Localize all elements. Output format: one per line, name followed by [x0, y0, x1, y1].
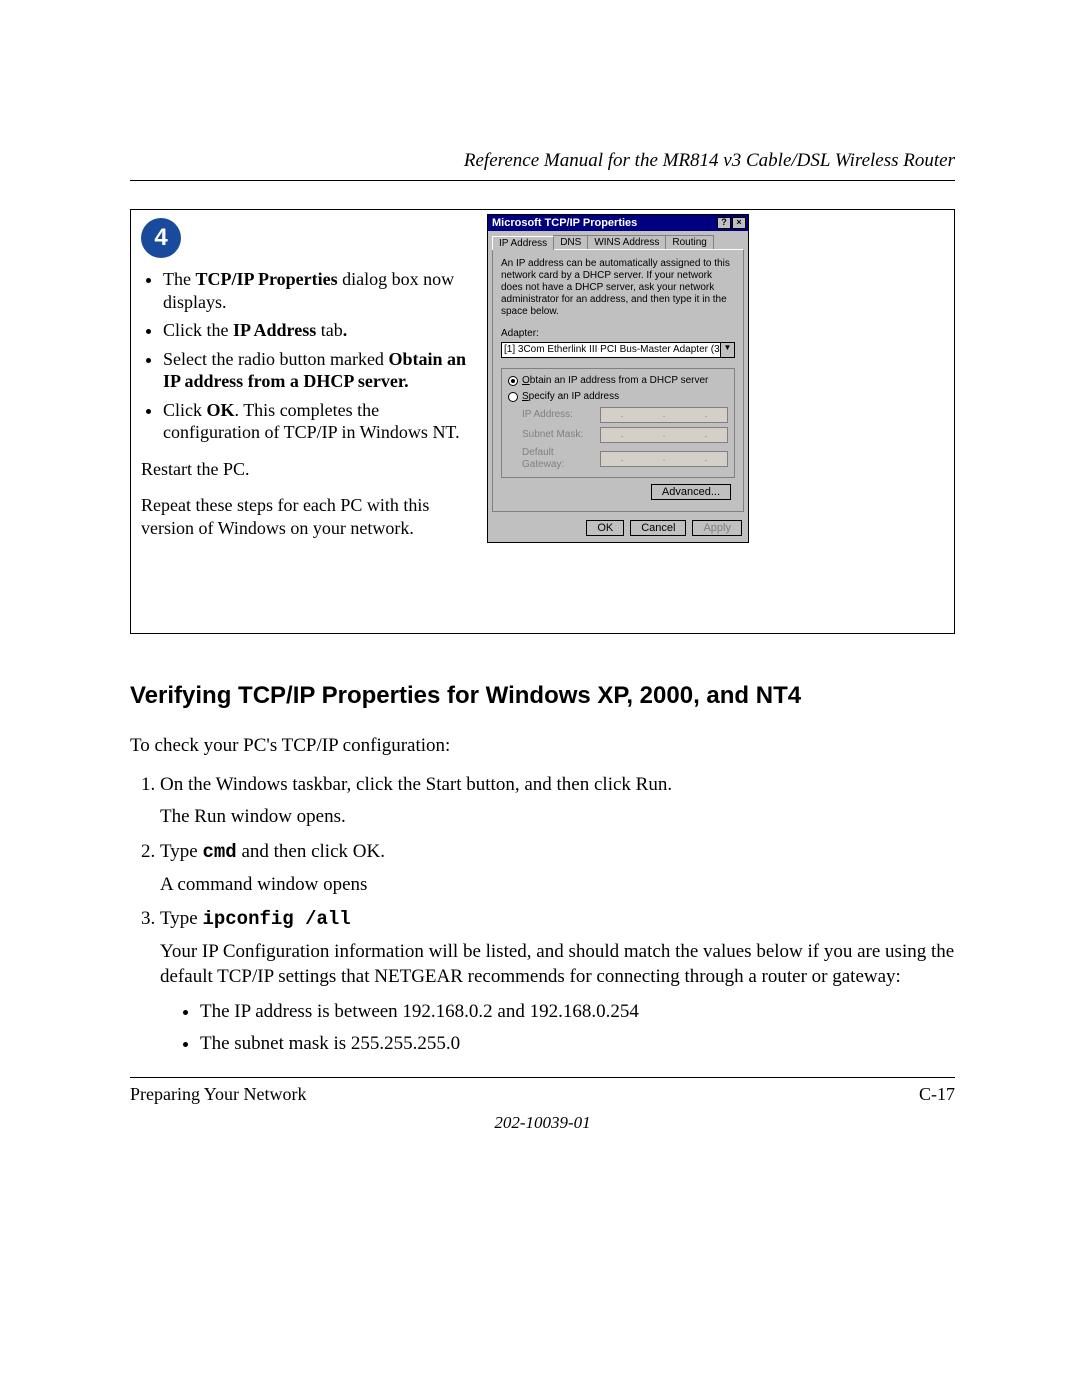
adapter-label: Adapter: — [501, 328, 735, 340]
tab-ip-address[interactable]: IP Address — [492, 236, 554, 250]
list-item: The IP address is between 192.168.0.2 an… — [200, 1000, 955, 1025]
instruction-paragraph: Repeat these steps for each PC with this… — [141, 494, 473, 539]
gateway-input: ... — [600, 451, 728, 467]
tab-wins[interactable]: WINS Address — [587, 235, 666, 249]
document-number: 202-10039-01 — [130, 1113, 955, 1133]
radio-icon — [508, 376, 518, 386]
default-gateway-field: Default Gateway: ... — [522, 447, 728, 471]
dialog-title: Microsoft TCP/IP Properties — [492, 217, 637, 229]
tab-pane: An IP address can be automatically assig… — [492, 249, 744, 512]
dialog-buttons: OK Cancel Apply — [488, 516, 748, 542]
mask-input: ... — [600, 427, 728, 443]
tab-dns[interactable]: DNS — [553, 235, 588, 249]
screenshot-column: Microsoft TCP/IP Properties ? × IP Addre… — [481, 210, 954, 633]
instruction-paragraph: Restart the PC. — [141, 458, 473, 481]
radio-specify-ip[interactable]: Specify an IP address — [508, 391, 728, 403]
intro-text: To check your PC's TCP/IP configuration: — [130, 734, 955, 759]
apply-button[interactable]: Apply — [692, 520, 742, 536]
dialog-tabs: IP Address DNS WINS Address Routing — [488, 231, 748, 249]
page-footer: Preparing Your Network C-17 — [130, 1084, 955, 1105]
ok-button[interactable]: OK — [586, 520, 624, 536]
help-icon[interactable]: ? — [717, 217, 731, 229]
advanced-button[interactable]: Advanced... — [651, 484, 731, 500]
section-heading: Verifying TCP/IP Properties for Windows … — [130, 682, 955, 710]
section-body: To check your PC's TCP/IP configuration:… — [130, 734, 955, 1057]
list-item: Type ipconfig /all Your IP Configuration… — [160, 907, 955, 1056]
list-item: The subnet mask is 255.255.255.0 — [200, 1032, 955, 1057]
cancel-button[interactable]: Cancel — [630, 520, 686, 536]
footer-page-number: C-17 — [919, 1084, 955, 1105]
tcpip-properties-dialog: Microsoft TCP/IP Properties ? × IP Addre… — [487, 214, 749, 543]
chevron-down-icon[interactable]: ▼ — [721, 342, 735, 358]
radio-icon — [508, 392, 518, 402]
subnet-mask-field: Subnet Mask: ... — [522, 427, 728, 443]
instruction-column: 4 The TCP/IP Properties dialog box now d… — [131, 210, 481, 633]
instruction-item: Click the IP Address tab. — [163, 319, 473, 342]
running-header: Reference Manual for the MR814 v3 Cable/… — [130, 150, 955, 172]
step-layout: 4 The TCP/IP Properties dialog box now d… — [130, 209, 955, 634]
footer-section-name: Preparing Your Network — [130, 1084, 306, 1105]
list-item: Type cmd and then click OK. A command wi… — [160, 840, 955, 897]
ip-mode-group: Obtain an IP address from a DHCP server … — [501, 368, 735, 478]
adapter-combo[interactable]: [1] 3Com Etherlink III PCI Bus-Master Ad… — [501, 342, 735, 358]
list-item: On the Windows taskbar, click the Start … — [160, 773, 955, 830]
instruction-item: Select the radio button marked Obtain an… — [163, 348, 473, 393]
dialog-blurb: An IP address can be automatically assig… — [501, 258, 735, 318]
dialog-titlebar: Microsoft TCP/IP Properties ? × — [488, 215, 748, 231]
document-page: Reference Manual for the MR814 v3 Cable/… — [0, 0, 1080, 1397]
instruction-item: The TCP/IP Properties dialog box now dis… — [163, 268, 473, 313]
tab-routing[interactable]: Routing — [665, 235, 713, 249]
step-number-badge: 4 — [141, 218, 181, 258]
header-rule — [130, 180, 955, 181]
ip-address-field: IP Address: ... — [522, 407, 728, 423]
radio-obtain-dhcp[interactable]: Obtain an IP address from a DHCP server — [508, 375, 728, 387]
adapter-value: [1] 3Com Etherlink III PCI Bus-Master Ad… — [501, 342, 721, 358]
ip-input: ... — [600, 407, 728, 423]
instruction-item: Click OK. This completes the configurati… — [163, 399, 473, 444]
close-icon[interactable]: × — [732, 217, 746, 229]
footer-rule — [130, 1077, 955, 1078]
